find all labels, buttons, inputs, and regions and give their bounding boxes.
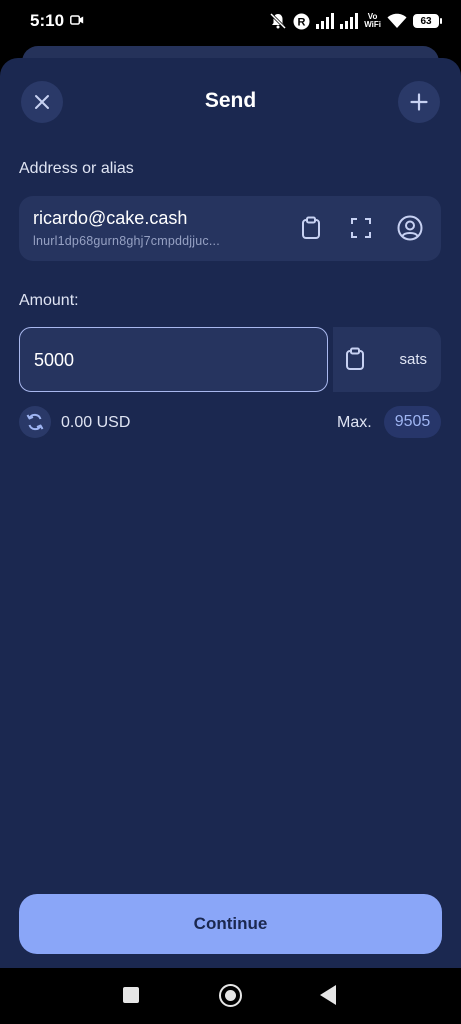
resolved-address: lnurl1dp68gurn8ghj7cmpddjjuc... bbox=[33, 234, 220, 248]
vowifi-label: Vo WiFi bbox=[364, 12, 381, 29]
add-button[interactable] bbox=[398, 81, 440, 123]
send-sheet: Send Address or alias ricardo@cake.cash … bbox=[0, 58, 461, 968]
clipboard-icon bbox=[346, 347, 364, 370]
scan-qr-button[interactable] bbox=[347, 214, 375, 242]
page-title: Send bbox=[204, 89, 257, 112]
amount-unit-panel: sats bbox=[333, 327, 441, 392]
status-bar: 5:10 R Vo WiFi 63 bbox=[0, 0, 461, 44]
swap-currency-button[interactable] bbox=[19, 406, 51, 438]
status-icons: R Vo WiFi 63 bbox=[269, 10, 442, 32]
swap-icon bbox=[26, 413, 44, 431]
svg-text:R: R bbox=[298, 16, 306, 28]
battery-indicator: 63 bbox=[413, 14, 442, 28]
max-label: Max. bbox=[337, 414, 372, 431]
plus-icon bbox=[410, 93, 428, 111]
wifi-icon bbox=[387, 13, 407, 29]
r-badge-icon: R bbox=[293, 13, 310, 30]
mute-bell-icon bbox=[269, 12, 287, 30]
address-alias-value[interactable]: ricardo@cake.cash bbox=[33, 208, 187, 229]
amount-unit[interactable]: sats bbox=[399, 351, 427, 368]
amount-label: Amount: bbox=[19, 292, 79, 309]
clipboard-icon bbox=[302, 216, 320, 239]
contacts-button[interactable] bbox=[396, 214, 424, 242]
paste-amount-button[interactable] bbox=[341, 345, 369, 373]
back-button[interactable] bbox=[320, 985, 336, 1005]
fiat-equivalent: 0.00 USD bbox=[61, 414, 131, 431]
home-icon bbox=[225, 990, 236, 1001]
recents-button[interactable] bbox=[123, 987, 139, 1003]
paste-address-button[interactable] bbox=[297, 214, 325, 242]
amount-input[interactable]: 5000 bbox=[34, 350, 234, 371]
video-camera-icon bbox=[70, 15, 84, 25]
signal-icon-2 bbox=[340, 13, 359, 29]
address-label: Address or alias bbox=[19, 160, 134, 177]
scan-qr-icon bbox=[351, 218, 371, 238]
address-field[interactable]: ricardo@cake.cash lnurl1dp68gurn8ghj7cmp… bbox=[19, 196, 441, 261]
home-button[interactable] bbox=[219, 984, 242, 1007]
status-time: 5:10 bbox=[30, 11, 65, 30]
signal-icon bbox=[316, 13, 335, 29]
contact-icon bbox=[397, 215, 423, 241]
max-amount-button[interactable]: 9505 bbox=[384, 406, 441, 438]
navigation-bar bbox=[0, 968, 461, 1024]
amount-field[interactable]: 5000 bbox=[19, 327, 328, 392]
continue-button[interactable]: Continue bbox=[19, 894, 442, 954]
